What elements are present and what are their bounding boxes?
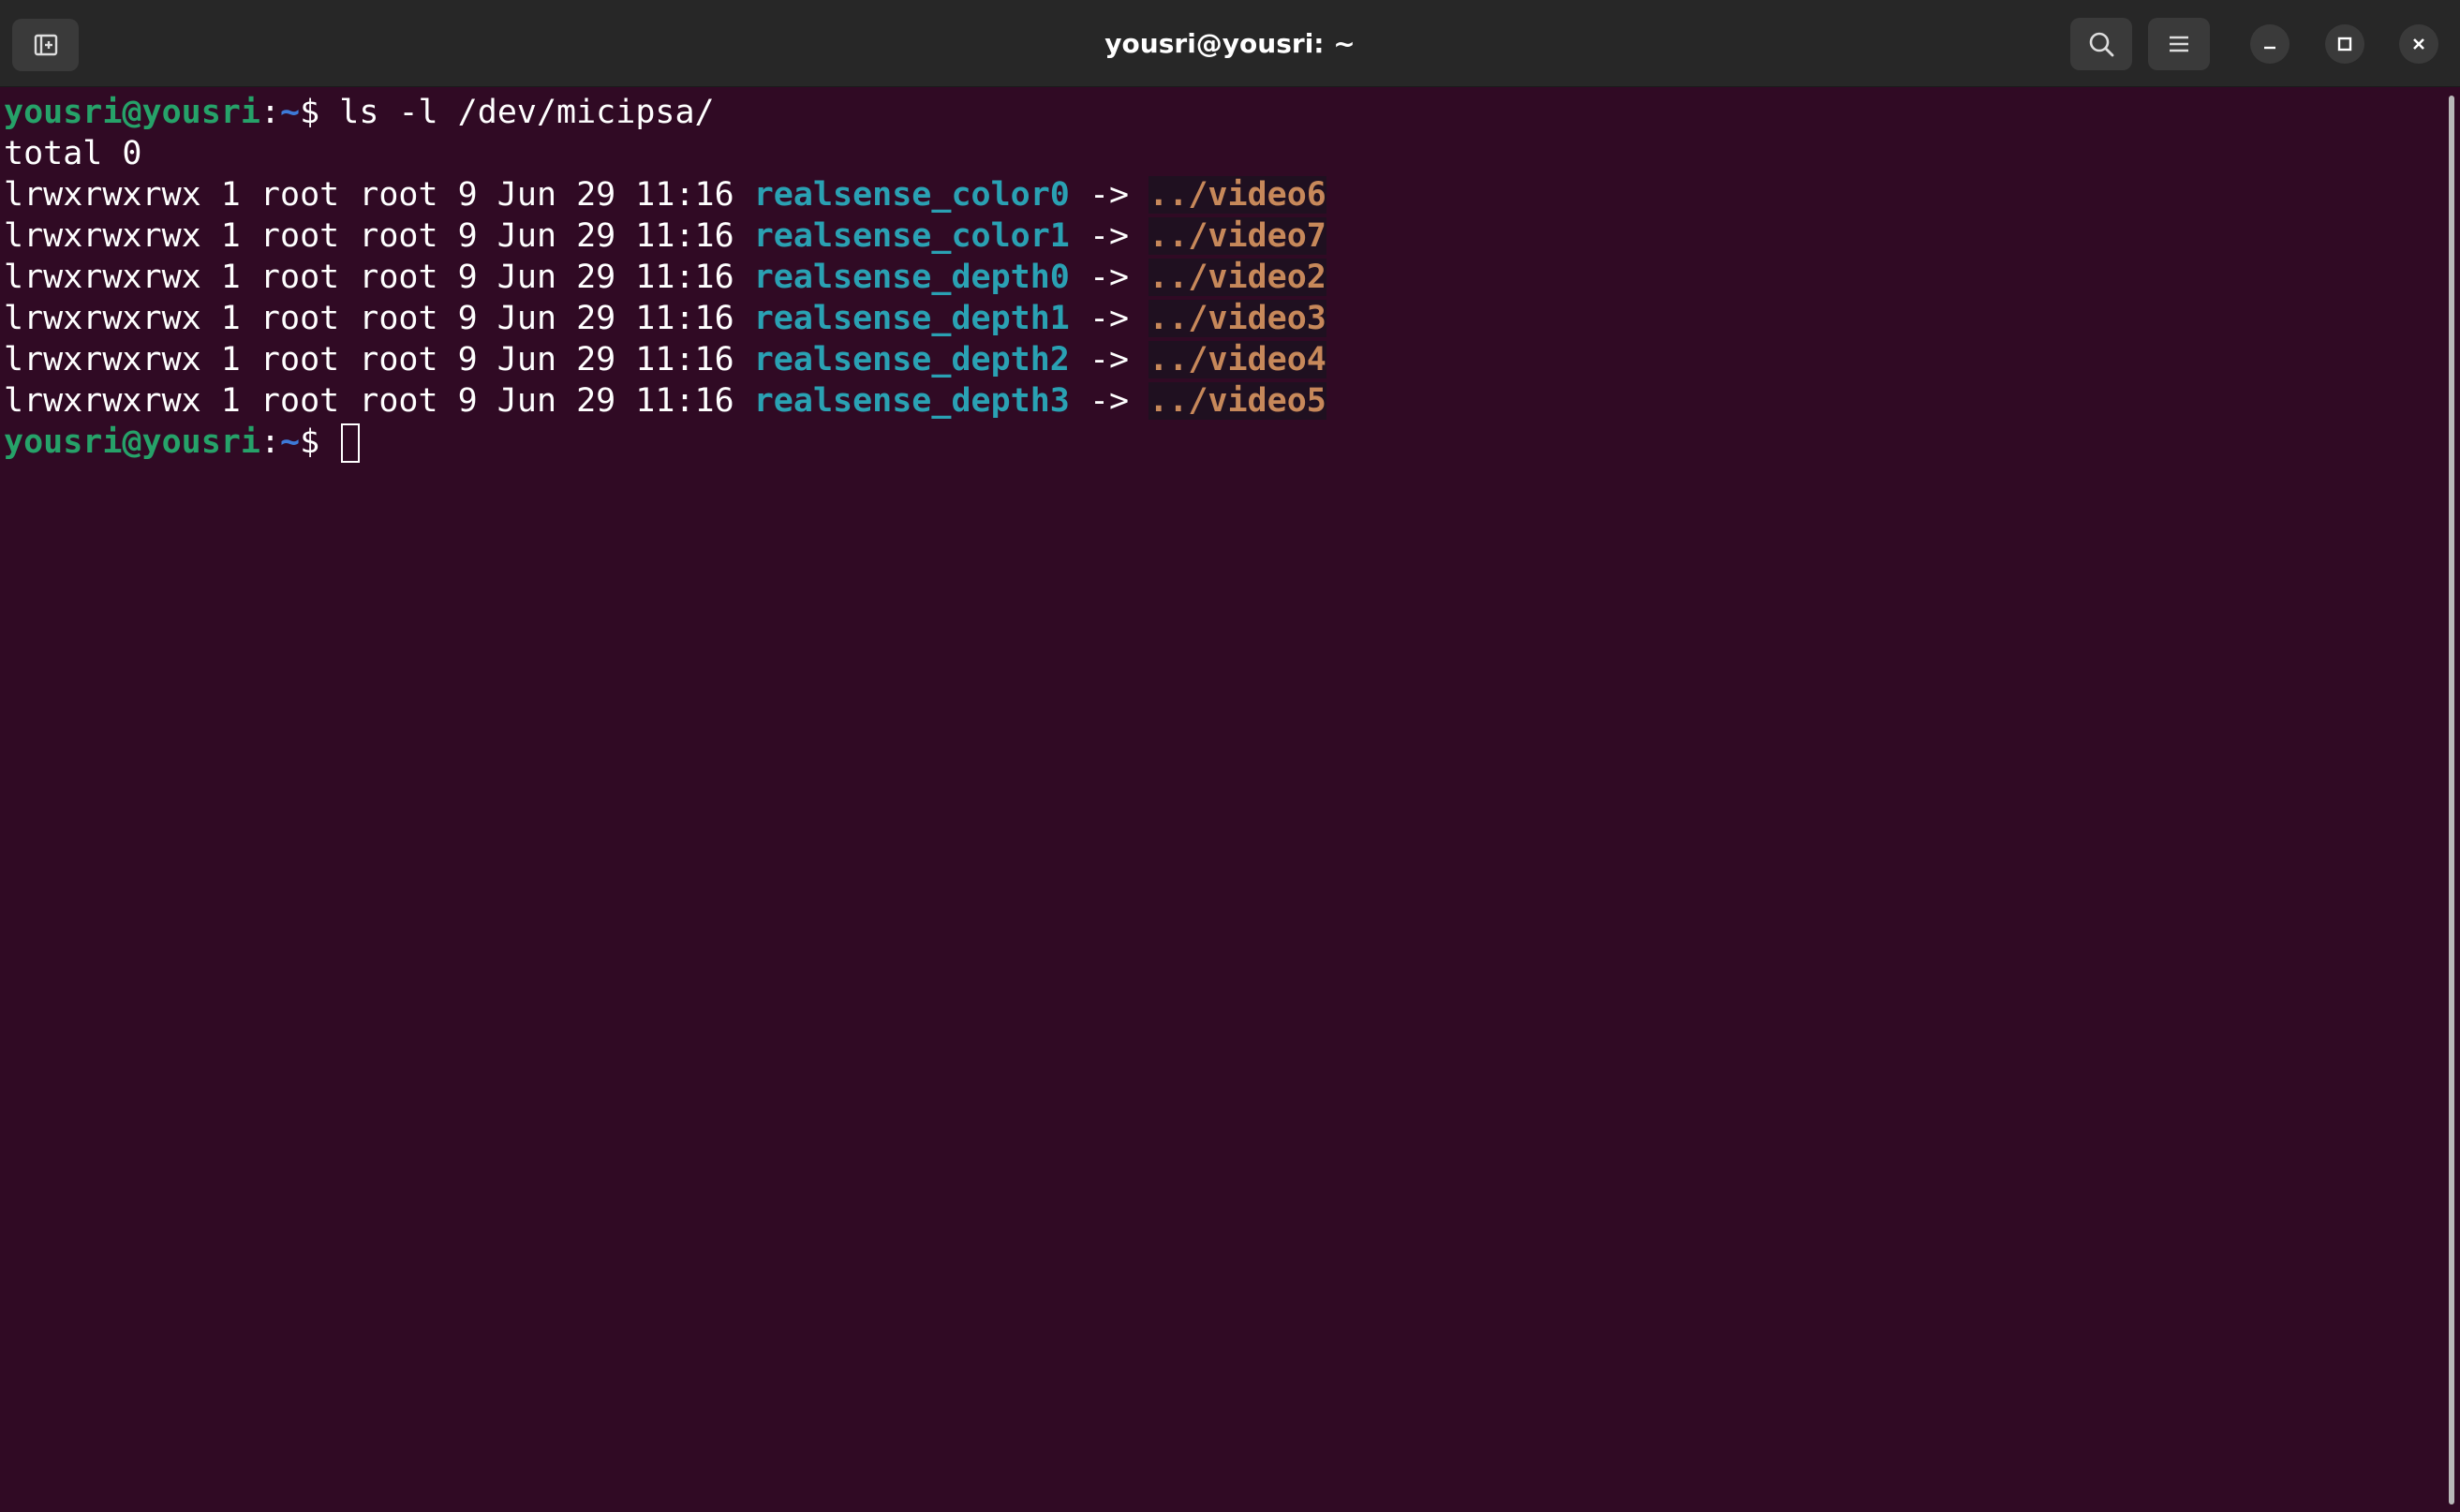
list-item: lrwxrwxrwx 1 root root 9 Jun 29 11:16 re… bbox=[4, 380, 1326, 422]
scrollbar-thumb[interactable] bbox=[2449, 96, 2454, 1505]
list-item: lrwxrwxrwx 1 root root 9 Jun 29 11:16 re… bbox=[4, 174, 1326, 215]
prompt-path: ~ bbox=[280, 94, 301, 131]
entry-meta: lrwxrwxrwx 1 root root 9 Jun 29 11:16 bbox=[4, 300, 754, 337]
maximize-button[interactable] bbox=[2325, 24, 2364, 64]
command-line: yousri@yousri:~$ ls -l /dev/micipsa/ bbox=[4, 92, 715, 133]
entry-meta: lrwxrwxrwx 1 root root 9 Jun 29 11:16 bbox=[4, 382, 754, 420]
entry-arrow: -> bbox=[1069, 300, 1149, 337]
entry-name: realsense_depth0 bbox=[753, 259, 1070, 296]
entry-target: ../video7 bbox=[1148, 217, 1326, 255]
close-icon bbox=[2413, 38, 2424, 50]
entry-meta: lrwxrwxrwx 1 root root 9 Jun 29 11:16 bbox=[4, 341, 754, 378]
new-tab-icon bbox=[34, 34, 57, 56]
list-item: lrwxrwxrwx 1 root root 9 Jun 29 11:16 re… bbox=[4, 257, 1326, 298]
entry-arrow: -> bbox=[1069, 176, 1149, 214]
command-text: ls -l /dev/micipsa/ bbox=[339, 94, 715, 131]
entry-arrow: -> bbox=[1069, 341, 1149, 378]
entry-meta: lrwxrwxrwx 1 root root 9 Jun 29 11:16 bbox=[4, 217, 754, 255]
list-item: lrwxrwxrwx 1 root root 9 Jun 29 11:16 re… bbox=[4, 215, 1326, 257]
search-icon bbox=[2089, 32, 2114, 57]
new-tab-button[interactable] bbox=[12, 19, 79, 71]
prompt-path: ~ bbox=[280, 423, 301, 461]
entry-meta: lrwxrwxrwx 1 root root 9 Jun 29 11:16 bbox=[4, 176, 754, 214]
terminal-output[interactable]: yousri@yousri:~$ ls -l /dev/micipsa/ tot… bbox=[0, 88, 2441, 1512]
entry-arrow: -> bbox=[1069, 382, 1149, 420]
entry-name: realsense_depth2 bbox=[753, 341, 1070, 378]
entry-arrow: -> bbox=[1069, 217, 1149, 255]
scrollbar[interactable] bbox=[2441, 88, 2460, 1512]
minimize-button[interactable] bbox=[2250, 24, 2290, 64]
entry-target: ../video6 bbox=[1148, 176, 1326, 214]
prompt-symbol: $ bbox=[300, 94, 340, 131]
list-item: lrwxrwxrwx 1 root root 9 Jun 29 11:16 re… bbox=[4, 298, 1326, 339]
active-prompt-line[interactable]: yousri@yousri:~$ bbox=[4, 422, 361, 463]
entry-target: ../video5 bbox=[1148, 382, 1326, 420]
entry-name: realsense_color1 bbox=[753, 217, 1070, 255]
maximize-icon bbox=[2337, 37, 2352, 52]
entry-name: realsense_depth1 bbox=[753, 300, 1070, 337]
text-cursor bbox=[341, 423, 361, 463]
prompt-user-host: yousri@yousri bbox=[4, 423, 260, 461]
entry-name: realsense_color0 bbox=[753, 176, 1070, 214]
list-item: lrwxrwxrwx 1 root root 9 Jun 29 11:16 re… bbox=[4, 339, 1326, 380]
entry-target: ../video3 bbox=[1148, 300, 1326, 337]
terminal-window: yousri@yousri: ~ yousri@yousri:~$ ls -l … bbox=[0, 0, 2460, 1512]
menu-button[interactable] bbox=[2148, 18, 2210, 70]
entry-target: ../video2 bbox=[1148, 259, 1326, 296]
entry-target: ../video4 bbox=[1148, 341, 1326, 378]
search-button[interactable] bbox=[2070, 18, 2132, 70]
close-button[interactable] bbox=[2399, 24, 2438, 64]
prompt-colon: : bbox=[259, 423, 281, 461]
prompt-user-host: yousri@yousri bbox=[4, 94, 260, 131]
entry-name: realsense_depth3 bbox=[753, 382, 1070, 420]
minimize-icon bbox=[2264, 46, 2275, 50]
title-bar[interactable]: yousri@yousri: ~ bbox=[0, 0, 2460, 87]
total-line: total 0 bbox=[4, 135, 142, 172]
prompt-symbol: $ bbox=[300, 423, 340, 461]
prompt-colon: : bbox=[259, 94, 281, 131]
entry-arrow: -> bbox=[1069, 259, 1149, 296]
hamburger-menu-icon bbox=[2170, 36, 2188, 52]
entry-meta: lrwxrwxrwx 1 root root 9 Jun 29 11:16 bbox=[4, 259, 754, 296]
